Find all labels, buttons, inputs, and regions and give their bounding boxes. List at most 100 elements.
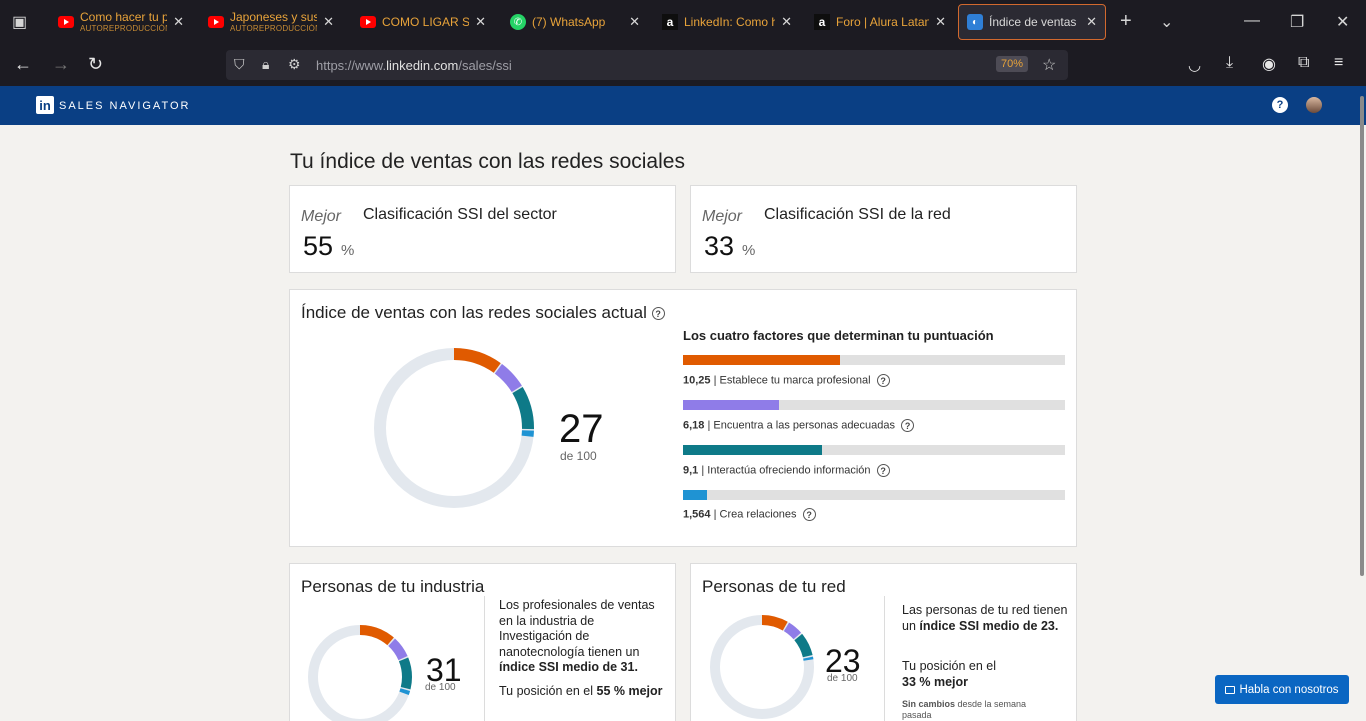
alura-icon: a <box>814 14 830 30</box>
zoom-level[interactable]: 70% <box>996 56 1029 72</box>
page-scrollbar[interactable] <box>1360 96 1364 576</box>
list-tabs-chevron-icon[interactable]: ⌄ <box>1160 12 1173 32</box>
browser-tab-6[interactable]: a Foro | Alura Latan ✕ <box>806 4 954 40</box>
close-window-icon[interactable]: ✕ <box>1336 12 1349 32</box>
url-text[interactable]: https://www.linkedin.com/sales/ssi <box>316 58 512 73</box>
youtube-icon <box>58 14 74 30</box>
tab-overview-icon[interactable]: ▣ <box>12 12 27 32</box>
help-icon[interactable]: ? <box>901 419 915 432</box>
score-denominator: de 100 <box>560 449 597 463</box>
section-title: Personas de tu red <box>702 577 846 596</box>
help-icon[interactable]: ? <box>802 508 816 521</box>
factor-label-relationships: 1,564 | Crea relaciones ? <box>683 508 816 521</box>
shield-icon[interactable]: ⛉ <box>234 56 245 73</box>
forward-arrow-icon[interactable]: → <box>52 54 70 75</box>
compass-icon: ◐ <box>967 14 983 30</box>
rank-label: Clasificación SSI de la red <box>764 206 951 223</box>
browser-tab-5[interactable]: a LinkedIn: Como h ✕ <box>654 4 800 40</box>
lock-icon[interactable]: 🔒︎ <box>262 56 269 73</box>
factor-bar-people <box>683 400 1065 410</box>
help-icon[interactable]: ? <box>651 307 665 321</box>
section-title: Índice de ventas con las redes sociales … <box>301 303 665 323</box>
tab-title: Como hacer tu pr <box>80 10 168 24</box>
industry-position: Tu posición en el 55 % mejor <box>499 684 663 698</box>
industry-info: Los profesionales de ventas en la indust… <box>499 598 655 674</box>
factors-title: Los cuatro factores que determinan tu pu… <box>683 328 994 343</box>
rank-value: 33 <box>704 231 735 261</box>
tab-title: Japoneses y sus Fi <box>230 10 318 24</box>
close-tab-icon[interactable]: ✕ <box>629 14 640 30</box>
browser-tab-4[interactable]: ✆ (7) WhatsApp ✕ <box>502 4 648 40</box>
network-rank-card: Mejor Clasificación SSI de la red 33 % <box>690 185 1077 273</box>
youtube-icon <box>208 14 224 30</box>
browser-nav-bar: ← → ↻ ⛉ 🔒︎ ⚙ https://www.linkedin.com/sa… <box>0 44 1366 86</box>
youtube-icon <box>360 14 376 30</box>
rank-value: 55 <box>303 231 334 261</box>
section-title: Personas de tu industria <box>301 577 485 596</box>
factor-bar-relationships <box>683 490 1065 500</box>
ssi-score: 27 <box>559 407 604 451</box>
browser-tab-2[interactable]: Japoneses y sus FiAUTOREPRODUCCIÓN ✕ <box>200 4 342 40</box>
bookmark-star-icon[interactable]: ☆ <box>1042 55 1056 75</box>
alura-icon: a <box>662 14 678 30</box>
linkedin-logo-icon[interactable]: in <box>36 96 54 114</box>
download-icon[interactable]: ⤓ <box>1226 54 1233 72</box>
industry-rank-card: Mejor Clasificación SSI del sector 55 % <box>289 185 676 273</box>
factor-bar-insights <box>683 445 1065 455</box>
divider <box>484 596 485 721</box>
address-bar[interactable]: ⛉ 🔒︎ ⚙ https://www.linkedin.com/sales/ss… <box>226 50 1068 80</box>
pocket-icon[interactable]: ◡ <box>1188 56 1201 74</box>
factor-fill <box>683 355 840 365</box>
tab-title: Índice de ventas c <box>989 14 1081 29</box>
browser-tab-1[interactable]: Como hacer tu pr AUTOREPRODUCCIÓN ✕ <box>50 4 192 40</box>
reload-icon[interactable]: ↻ <box>88 54 103 75</box>
divider <box>884 596 885 721</box>
close-tab-icon[interactable]: ✕ <box>323 14 334 30</box>
minimize-icon[interactable]: — <box>1244 12 1260 30</box>
rank-label: Clasificación SSI del sector <box>363 206 557 223</box>
whatsapp-icon: ✆ <box>510 14 526 30</box>
factor-label-brand: 10,25 | Establece tu marca profesional ? <box>683 374 890 387</box>
restore-icon[interactable]: ❐ <box>1290 12 1304 32</box>
product-title[interactable]: SALES NAVIGATOR <box>59 100 190 112</box>
chat-button[interactable]: Habla con nosotros <box>1215 675 1349 704</box>
sales-navigator-header: in SALES NAVIGATOR ? <box>0 86 1366 125</box>
avatar[interactable] <box>1306 97 1322 113</box>
network-card: Personas de tu red 23 de 100 Las persona… <box>690 563 1077 721</box>
rank-unit: % <box>742 242 756 259</box>
tab-subtitle: AUTOREPRODUCCIÓN <box>230 24 318 34</box>
help-icon[interactable]: ? <box>876 374 890 387</box>
chat-icon <box>1225 685 1236 694</box>
permissions-icon[interactable]: ⚙ <box>288 56 301 73</box>
close-tab-icon[interactable]: ✕ <box>173 14 184 30</box>
browser-tab-active[interactable]: ◐ Índice de ventas c ✕ <box>958 4 1106 40</box>
close-tab-icon[interactable]: ✕ <box>781 14 792 30</box>
network-info: Las personas de tu red tienen un índice … <box>902 603 1068 633</box>
tab-title: (7) WhatsApp <box>532 14 606 29</box>
close-tab-icon[interactable]: ✕ <box>1086 14 1097 30</box>
menu-icon[interactable]: ≡ <box>1334 54 1343 72</box>
factor-fill <box>683 490 708 500</box>
tab-subtitle: AUTOREPRODUCCIÓN <box>80 24 168 34</box>
back-arrow-icon[interactable]: ← <box>14 54 32 75</box>
rank-prefix: Mejor <box>301 208 342 225</box>
help-icon[interactable]: ? <box>876 464 890 477</box>
score-denominator: de 100 <box>827 673 858 684</box>
factor-label-people: 6,18 | Encuentra a las personas adecuada… <box>683 419 915 432</box>
network-change: Sin cambios desde la semana pasada <box>902 699 1027 720</box>
browser-tab-3[interactable]: COMO LIGAR SIEN ✕ <box>352 4 494 40</box>
account-icon[interactable]: ◉ <box>1262 54 1276 74</box>
network-position: Tu posición en el 33 % mejor <box>902 659 997 689</box>
page-title: Tu índice de ventas con las redes social… <box>290 150 685 173</box>
factor-fill <box>683 400 779 410</box>
tab-title: Foro | Alura Latan <box>836 14 930 29</box>
factor-label-insights: 9,1 | Interactúa ofreciendo información … <box>683 464 890 477</box>
ssi-donut <box>374 348 534 508</box>
close-tab-icon[interactable]: ✕ <box>475 14 486 30</box>
help-icon[interactable]: ? <box>1272 97 1288 113</box>
new-tab-icon[interactable]: + <box>1120 10 1132 33</box>
close-tab-icon[interactable]: ✕ <box>935 14 946 30</box>
network-donut <box>710 615 814 719</box>
extensions-icon[interactable]: ⧉ <box>1298 54 1309 72</box>
industry-donut <box>308 625 412 721</box>
